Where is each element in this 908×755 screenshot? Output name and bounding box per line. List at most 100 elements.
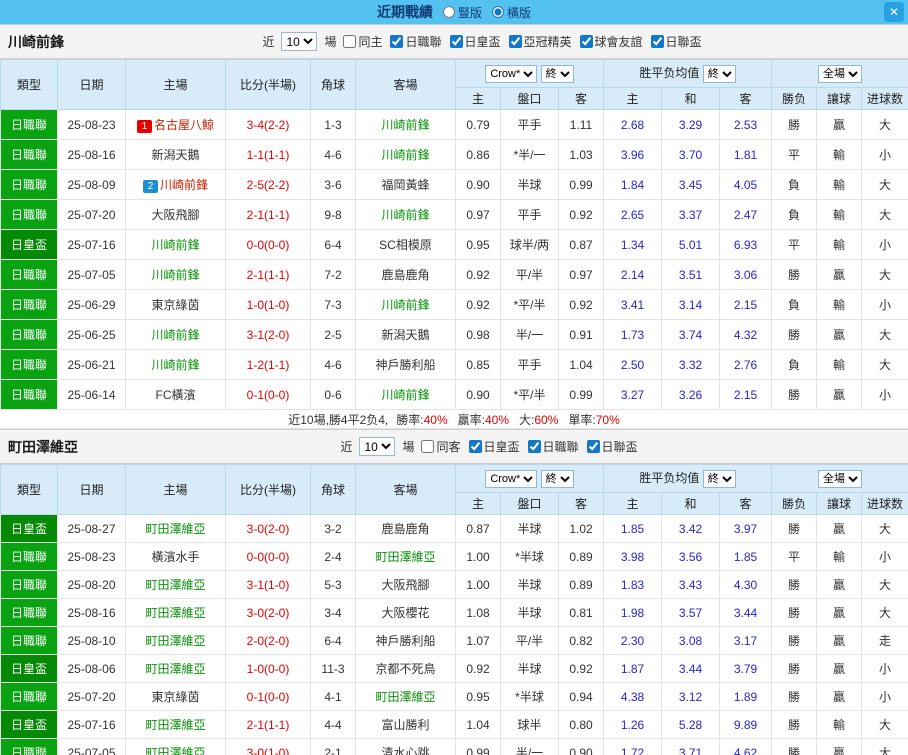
filter-checkbox-input[interactable] [579,35,593,48]
filter-checkbox-input[interactable] [468,440,482,453]
bookmaker-select[interactable]: Crow* [485,469,538,488]
avg-stage-select[interactable]: 終 [702,64,736,83]
odds-home-cell: 0.87 [455,514,501,543]
home-team-name[interactable]: 新潟天鵝 [151,148,199,162]
bookmaker-select[interactable]: Crow* [485,64,538,83]
score-cell: 2-1(1-1) [225,259,311,290]
odds-stage-select[interactable]: 終 [540,469,574,488]
filter-checkbox-input[interactable] [586,440,600,453]
filter-checkbox[interactable]: 日職聯 [527,438,579,455]
away-team-name[interactable]: 福岡黃蜂 [381,178,429,192]
home-team-name[interactable]: 町田澤維亞 [145,578,205,592]
home-team-name[interactable]: 川崎前鋒 [151,268,199,282]
avg-away-cell: 3.97 [719,514,773,543]
close-icon[interactable]: ✕ [884,2,904,22]
horizontal-radio[interactable] [492,6,504,18]
home-team-name[interactable]: 川崎前鋒 [151,328,199,342]
away-team-name[interactable]: 京都不死鳥 [375,662,435,676]
filter-checkbox-input[interactable] [508,35,522,48]
result-wdl-cell: 勝 [771,109,818,140]
filter-checkbox-input[interactable] [449,35,463,48]
home-team-name[interactable]: 町田澤維亞 [145,522,205,536]
match-date: 25-06-14 [57,379,126,410]
away-team-name[interactable]: 川崎前鋒 [381,148,429,162]
filter-checkbox-input[interactable] [527,440,541,453]
col-corner: 角球 [310,464,356,515]
home-team-name[interactable]: 町田澤維亞 [145,718,205,732]
filter-checkbox[interactable]: 日職聯 [390,33,442,50]
away-team-name[interactable]: 川崎前鋒 [381,118,429,132]
handicap-cell: *平/半 [500,289,559,320]
scope-select[interactable]: 全場 [818,469,863,488]
away-team-name[interactable]: SC相模原 [379,238,432,252]
layout-vertical-option[interactable]: 豎版 [442,4,482,21]
stat-value: 40% [484,412,510,427]
away-team-name[interactable]: 鹿島鹿角 [381,268,429,282]
home-team-name[interactable]: 町田澤維亞 [145,606,205,620]
score-cell: 1-0(0-0) [225,654,311,683]
away-team-name[interactable]: 町田澤維亞 [375,550,435,564]
home-team-name[interactable]: 橫濱水手 [151,550,199,564]
avg-stage-select[interactable]: 終 [702,469,736,488]
filter-checkbox-input[interactable] [650,35,664,48]
away-team-name[interactable]: 川崎前鋒 [381,298,429,312]
home-team-name[interactable]: 川崎前鋒 [151,238,199,252]
home-team-name[interactable]: 町田澤維亞 [145,634,205,648]
near-count-select[interactable]: 10 [359,437,396,456]
filter-checkbox[interactable]: 同主 [343,33,382,50]
away-team-name[interactable]: 鹿島鹿角 [381,522,429,536]
summary-stat: 單率:70% [568,411,619,428]
filter-checkbox-input[interactable] [421,440,435,453]
away-team-name[interactable]: 神戶勝利船 [375,358,435,372]
match-date: 25-08-23 [57,542,126,571]
away-team-name[interactable]: 大阪飛腳 [381,578,429,592]
filter-checkbox[interactable]: 日皇盃 [468,438,520,455]
filter-checkbox[interactable]: 亞冠精英 [508,33,572,50]
vertical-radio[interactable] [442,6,455,18]
home-team-name[interactable]: 名古屋八鯨 [154,118,214,132]
away-team-name[interactable]: 富山勝利 [381,718,429,732]
filter-checkbox[interactable]: 球會友誼 [579,33,643,50]
corner-cell: 4-6 [310,139,356,170]
result-handicap-cell: 輸 [816,289,863,320]
filter-checkbox-input[interactable] [343,35,357,48]
home-team-name[interactable]: FC橫濱 [156,388,196,402]
home-team-cell: 大阪飛腳 [125,199,226,230]
away-team-name[interactable]: 神戶勝利船 [375,634,435,648]
filter-checkbox-label: 日聯盃 [665,35,702,49]
away-team-name[interactable]: 町田澤維亞 [375,690,435,704]
col-result-goals: 进球数 [861,87,908,110]
filter-checkbox[interactable]: 日皇盃 [449,33,501,50]
filter-checkbox[interactable]: 同客 [421,438,461,455]
home-team-name[interactable]: 町田澤維亞 [145,746,205,755]
away-team-name[interactable]: 清水心跳 [381,746,429,755]
home-team-name[interactable]: 川崎前鋒 [160,178,208,192]
avg-home-cell: 1.26 [603,710,663,739]
filter-checkbox-input[interactable] [390,35,404,48]
score-cell: 3-0(1-0) [225,738,311,755]
away-team-cell: 神戶勝利船 [355,626,456,655]
home-team-name[interactable]: 東京綠茵 [151,298,199,312]
layout-horizontal-option[interactable]: 橫版 [492,4,531,21]
odds-home-cell: 1.00 [455,570,501,599]
away-team-name[interactable]: 川崎前鋒 [381,208,429,222]
near-count-select[interactable]: 10 [281,32,318,51]
odds-home-cell: 0.95 [455,229,501,260]
home-team-name[interactable]: 大阪飛腳 [151,208,199,222]
away-team-name[interactable]: 川崎前鋒 [381,388,429,402]
result-handicap-cell: 贏 [816,259,863,290]
corner-cell: 1-3 [310,109,356,140]
filter-checkbox[interactable]: 日聯盃 [650,33,702,50]
scope-select[interactable]: 全場 [818,64,863,83]
home-team-name[interactable]: 東京綠茵 [151,690,199,704]
home-team-name[interactable]: 町田澤維亞 [145,662,205,676]
avg-draw-cell: 3.74 [661,319,721,350]
avg-title: 胜平负均值 [639,471,700,486]
away-team-name[interactable]: 新潟天鵝 [381,328,429,342]
odds-stage-select[interactable]: 終 [540,64,574,83]
home-team-name[interactable]: 川崎前鋒 [151,358,199,372]
filter-checkbox[interactable]: 日聯盃 [586,438,638,455]
away-team-name[interactable]: 大阪櫻花 [381,606,429,620]
odds-home-cell: 0.90 [455,169,501,200]
league-cell: 日職聯 [0,289,58,320]
